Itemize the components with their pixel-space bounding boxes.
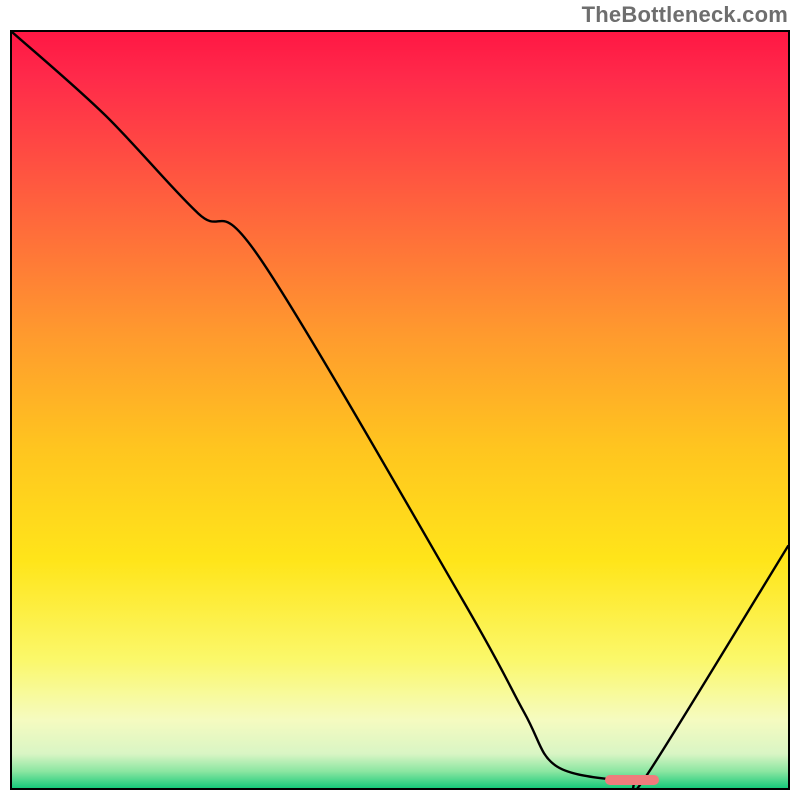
optimal-marker [605, 775, 660, 785]
plot-area [10, 30, 790, 790]
gradient-background [12, 32, 788, 788]
chart-frame: TheBottleneck.com [0, 0, 800, 800]
watermark-text: TheBottleneck.com [582, 2, 788, 28]
